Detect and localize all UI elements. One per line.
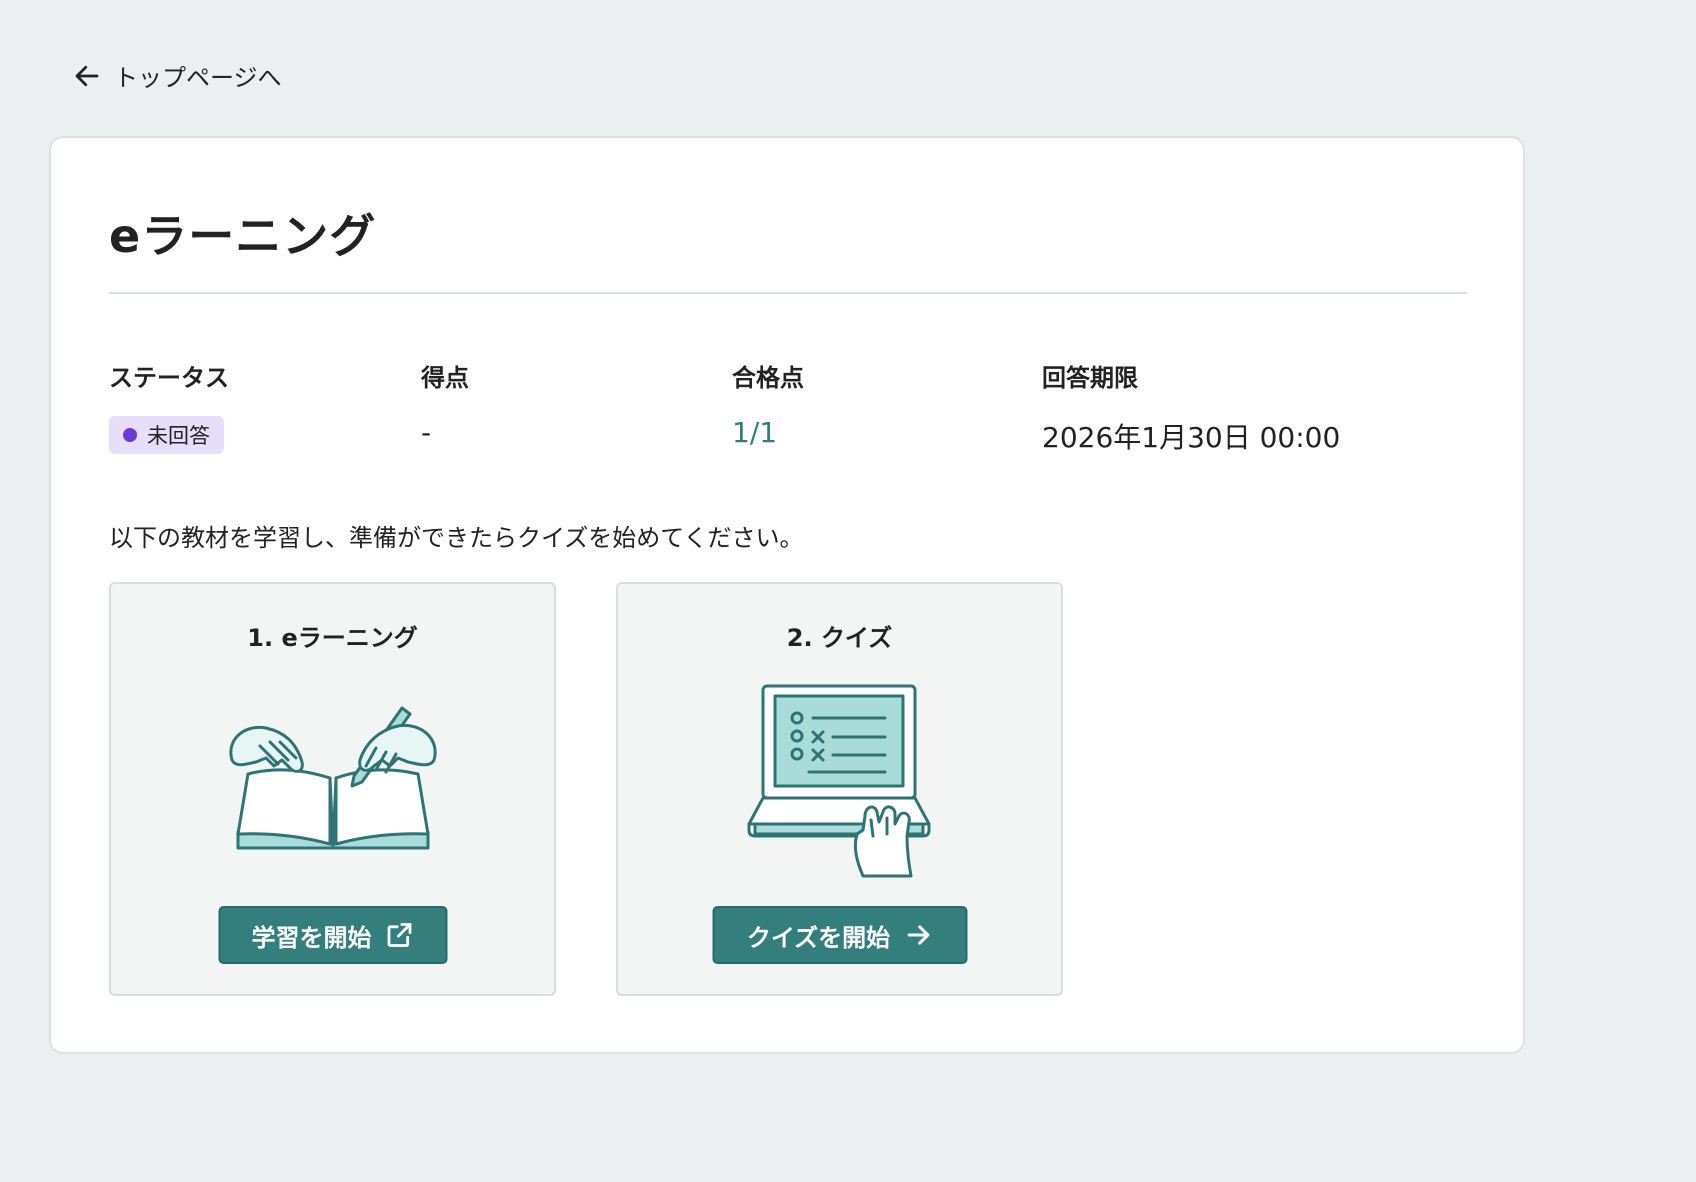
- back-to-top-link[interactable]: トップページへ: [72, 58, 282, 93]
- page-title: eラーニング: [109, 209, 377, 263]
- status-dot-icon: [123, 428, 137, 442]
- book-hands-illustration: [228, 706, 437, 850]
- arrow-left-icon: [75, 65, 99, 86]
- step-title: 2. クイズ: [786, 624, 893, 652]
- laptop-quiz-illustration: [747, 684, 930, 878]
- score-label: 得点: [421, 364, 469, 392]
- start-quiz-label: クイズを開始: [746, 923, 891, 952]
- status-badge-text: 未回答: [147, 424, 210, 448]
- title-divider: [109, 292, 1467, 294]
- start-learning-button[interactable]: 学習を開始: [218, 906, 447, 964]
- back-link-label: トップページへ: [114, 64, 282, 92]
- deadline-value: 2026年1月30日 00:00: [1042, 421, 1341, 454]
- score-column: 得点 -: [421, 358, 469, 449]
- arrow-right-icon: [907, 925, 929, 945]
- external-link-icon: [387, 923, 412, 947]
- score-value: -: [421, 416, 432, 449]
- step-title: 1. eラーニング: [247, 624, 418, 652]
- status-value: 未回答: [109, 416, 224, 454]
- main-card: eラーニング ステータス 未回答 得点 - 合格点 1/1 回答期限 2026年…: [49, 136, 1525, 1054]
- passing-score-column: 合格点 1/1: [732, 358, 804, 449]
- status-label: ステータス: [109, 364, 229, 392]
- instruction-text: 以下の教材を学習し、準備ができたらクイズを始めてください。: [109, 524, 804, 552]
- deadline-label: 回答期限: [1042, 364, 1138, 392]
- status-badge: 未回答: [109, 416, 224, 454]
- passing-score-label: 合格点: [732, 364, 804, 392]
- deadline-column: 回答期限 2026年1月30日 00:00: [1042, 358, 1340, 454]
- start-quiz-button[interactable]: クイズを開始: [712, 906, 967, 964]
- step-card-elearning: 1. eラーニング 学習を開始: [109, 582, 556, 996]
- step-card-quiz: 2. クイズ クイズを開始: [616, 582, 1063, 996]
- status-column: ステータス 未回答: [109, 358, 229, 454]
- start-learning-label: 学習を開始: [251, 923, 372, 952]
- passing-score-value: 1/1: [732, 416, 778, 449]
